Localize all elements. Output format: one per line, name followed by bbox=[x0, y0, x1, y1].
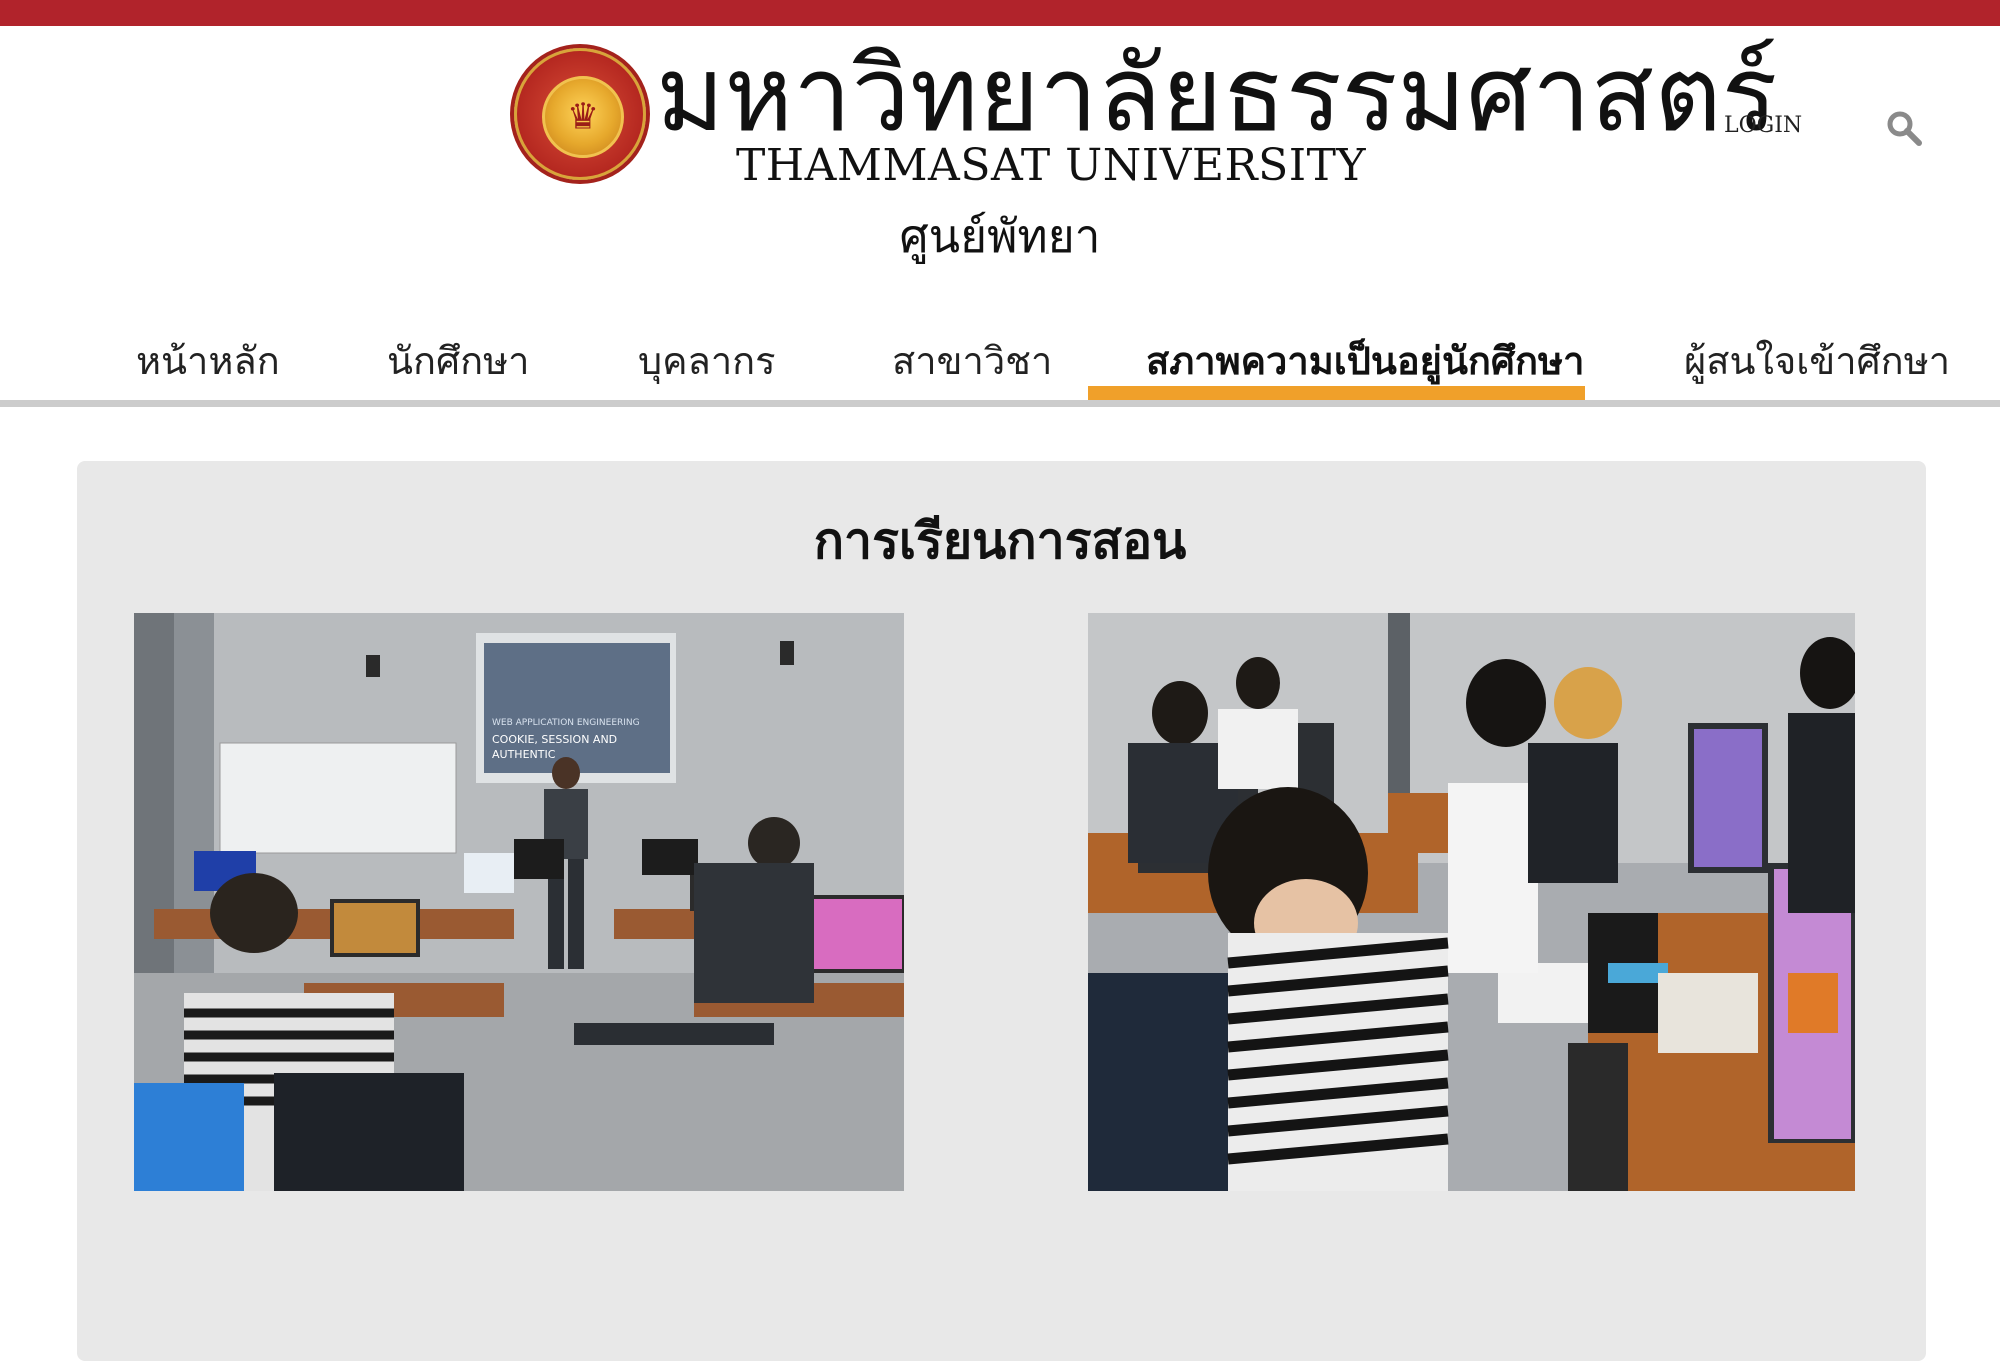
university-name-english[interactable]: THAMMASAT UNIVERSITY bbox=[656, 142, 1446, 190]
photo-classroom-lecture[interactable]: WEB APPLICATION ENGINEERING COOKIE, SESS… bbox=[134, 613, 904, 1191]
main-navigation: หน้าหลัก นักศึกษา บุคลากร สาขาวิชา สภาพค… bbox=[0, 326, 2000, 396]
search-icon[interactable] bbox=[1886, 110, 1922, 146]
nav-item-students[interactable]: นักศึกษา bbox=[387, 326, 530, 396]
nav-item-admissions[interactable]: ผู้สนใจเข้าศึกษา bbox=[1684, 326, 1950, 396]
crest-icon: ♛ bbox=[566, 96, 600, 138]
slide-text-line-3: AUTHENTIC bbox=[492, 748, 556, 761]
nav-item-staff[interactable]: บุคลากร bbox=[638, 326, 776, 396]
students-at-computers-image bbox=[1088, 613, 1855, 1191]
nav-item-home[interactable]: หน้าหลัก bbox=[136, 326, 280, 396]
top-accent-bar bbox=[0, 0, 2000, 26]
section-title: การเรียนการสอน bbox=[813, 511, 1187, 570]
photo-students-at-computers[interactable] bbox=[1088, 613, 1855, 1191]
nav-item-programs[interactable]: สาขาวิชา bbox=[892, 326, 1052, 396]
login-link[interactable]: LOGIN bbox=[1724, 112, 1802, 140]
university-seal-logo[interactable]: ♛ bbox=[514, 48, 646, 180]
slide-text-line-1: WEB APPLICATION ENGINEERING bbox=[492, 718, 640, 728]
nav-active-indicator bbox=[1088, 386, 1585, 400]
campus-name: ศูนย์พัทยา bbox=[899, 209, 1101, 263]
nav-divider bbox=[0, 400, 2000, 407]
seal-inner: ♛ bbox=[542, 76, 624, 158]
university-name-thai[interactable]: มหาวิทยาลัยธรรมศาสตร์ bbox=[656, 34, 1778, 154]
slide-text-line-2: COOKIE, SESSION AND bbox=[492, 733, 617, 746]
classroom-lecture-image: WEB APPLICATION ENGINEERING COOKIE, SESS… bbox=[134, 613, 904, 1191]
